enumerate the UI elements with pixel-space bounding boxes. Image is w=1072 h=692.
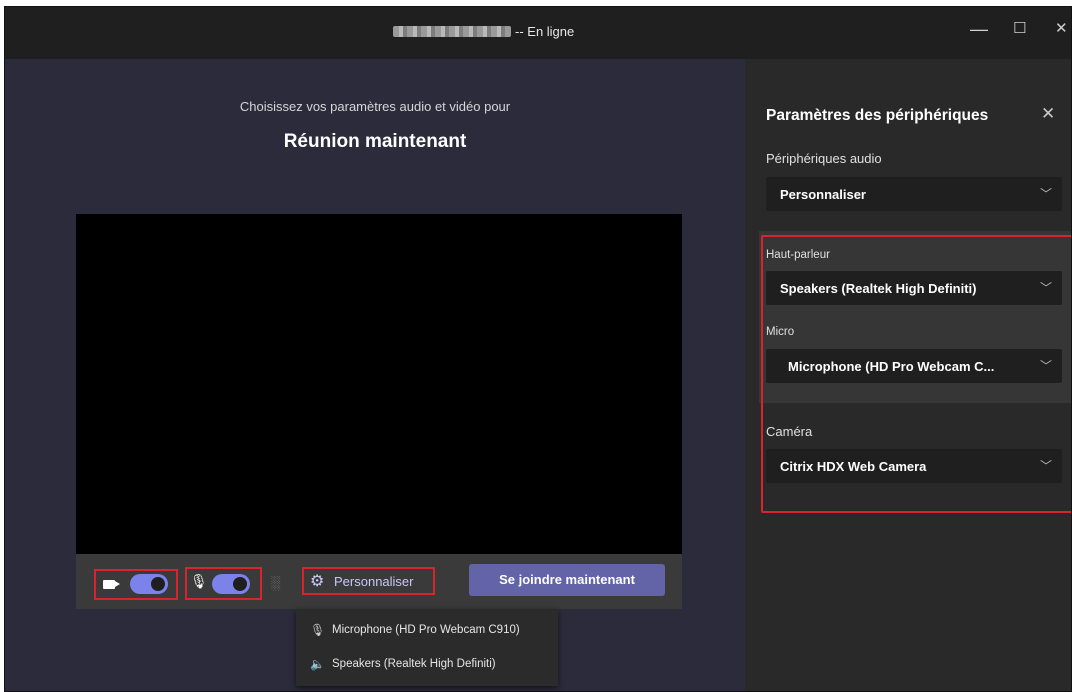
audio-devices-label: Périphériques audio [766, 151, 882, 166]
audio-devices-value: Personnaliser [780, 187, 866, 202]
camera-toggle[interactable] [130, 574, 168, 594]
window-title-status: -- En ligne [515, 24, 575, 39]
device-popup: 🎙 Microphone (HD Pro Webcam C910) 🔈 Spea… [296, 609, 558, 686]
popup-microphone-label: Microphone (HD Pro Webcam C910) [332, 624, 520, 636]
popup-speakers-label: Speakers (Realtek High Definiti) [332, 658, 496, 670]
meeting-title: Réunion maintenant [283, 131, 467, 152]
teams-window: -- En ligne — ☐ ✕ Choisissez vos paramèt… [4, 6, 1072, 692]
background-blur-icon[interactable]: ░ [271, 575, 280, 590]
devices-highlight-box [761, 235, 1071, 513]
prejoin-area: Choisissez vos paramètres audio et vidéo… [5, 59, 745, 691]
personnaliser-button[interactable]: Personnaliser [334, 574, 414, 589]
popup-speakers-item[interactable]: 🔈 Speakers (Realtek High Definiti) [310, 657, 496, 671]
mic-toggle[interactable] [212, 574, 250, 594]
prejoin-subtitle: Choisissez vos paramètres audio et vidéo… [239, 99, 511, 114]
gear-icon: ⚙ [310, 573, 325, 590]
video-preview [76, 214, 682, 554]
minimize-button[interactable]: — [970, 19, 988, 39]
chevron-down-icon: ﹀ [1039, 187, 1052, 201]
audio-devices-select[interactable]: Personnaliser ﹀ [766, 177, 1062, 211]
close-window-button[interactable]: ✕ [1055, 19, 1068, 39]
panel-title: Paramètres des périphériques [766, 107, 989, 124]
maximize-button[interactable]: ☐ [1013, 19, 1026, 39]
close-panel-icon[interactable]: ✕ [1041, 104, 1055, 124]
camera-icon [103, 580, 120, 589]
title-bar: -- En ligne — ☐ ✕ [5, 7, 1071, 59]
window-title: -- En ligne [393, 24, 574, 39]
microphone-icon: 🎙 [190, 573, 208, 589]
redacted-name [393, 26, 511, 37]
device-settings-panel: Paramètres des périphériques ✕ Périphéri… [745, 59, 1071, 691]
microphone-icon: 🎙 [310, 623, 326, 637]
popup-microphone-item[interactable]: 🎙 Microphone (HD Pro Webcam C910) [310, 623, 520, 637]
join-now-button[interactable]: Se joindre maintenant [469, 564, 665, 596]
speaker-icon: 🔈 [310, 657, 325, 671]
